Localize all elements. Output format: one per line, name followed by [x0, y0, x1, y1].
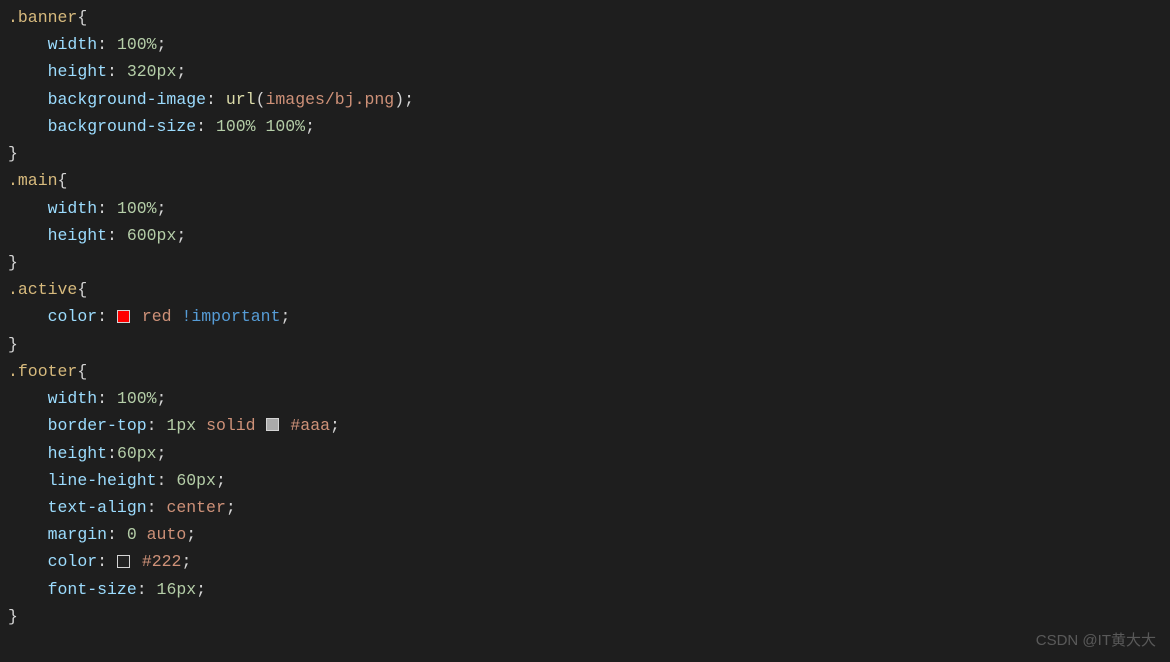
- css-color: #aaa: [290, 416, 330, 435]
- css-value: 16px: [157, 580, 197, 599]
- close-brace: }: [8, 335, 18, 354]
- css-property: background-size: [48, 117, 197, 136]
- css-value: 100%: [117, 35, 157, 54]
- code-line[interactable]: height: 600px;: [0, 222, 1170, 249]
- css-value: 0: [127, 525, 137, 544]
- css-property: border-top: [48, 416, 147, 435]
- code-line[interactable]: .active{: [0, 276, 1170, 303]
- code-line[interactable]: .main{: [0, 167, 1170, 194]
- close-brace: }: [8, 144, 18, 163]
- css-value: 600px: [127, 226, 177, 245]
- color-swatch-icon: [266, 418, 279, 431]
- open-brace: {: [77, 362, 87, 381]
- code-line[interactable]: width: 100%;: [0, 385, 1170, 412]
- css-property: background-image: [48, 90, 206, 109]
- code-line[interactable]: }: [0, 603, 1170, 630]
- css-selector: .active: [8, 280, 77, 299]
- css-color: red: [142, 307, 172, 326]
- css-property: width: [48, 389, 98, 408]
- code-line[interactable]: height:60px;: [0, 440, 1170, 467]
- css-value: 100%: [117, 199, 157, 218]
- code-line[interactable]: border-top: 1px solid #aaa;: [0, 412, 1170, 439]
- color-swatch-icon: [117, 555, 130, 568]
- css-property: text-align: [48, 498, 147, 517]
- close-brace: }: [8, 607, 18, 626]
- code-editor[interactable]: .banner{ width: 100%; height: 320px; bac…: [0, 4, 1170, 630]
- css-color: #222: [142, 552, 182, 571]
- css-value: 1px: [166, 416, 196, 435]
- css-url: images/bj.png: [265, 90, 394, 109]
- css-property: color: [48, 552, 98, 571]
- code-line[interactable]: }: [0, 140, 1170, 167]
- css-value: 60px: [117, 444, 157, 463]
- css-property: height: [48, 444, 107, 463]
- css-property: color: [48, 307, 98, 326]
- css-property: font-size: [48, 580, 137, 599]
- css-value: 100%: [117, 389, 157, 408]
- code-line[interactable]: height: 320px;: [0, 58, 1170, 85]
- close-brace: }: [8, 253, 18, 272]
- css-property: width: [48, 199, 98, 218]
- code-line[interactable]: color: #222;: [0, 548, 1170, 575]
- watermark-text: CSDN @IT黄大大: [1036, 629, 1156, 654]
- code-line[interactable]: .footer{: [0, 358, 1170, 385]
- css-property: height: [48, 62, 107, 81]
- css-property: margin: [48, 525, 107, 544]
- css-selector: .footer: [8, 362, 77, 381]
- open-brace: {: [77, 280, 87, 299]
- css-value: 100%: [216, 117, 256, 136]
- code-line[interactable]: background-image: url(images/bj.png);: [0, 86, 1170, 113]
- css-selector: .main: [8, 171, 58, 190]
- code-line[interactable]: text-align: center;: [0, 494, 1170, 521]
- code-line[interactable]: background-size: 100% 100%;: [0, 113, 1170, 140]
- css-property: height: [48, 226, 107, 245]
- code-line[interactable]: width: 100%;: [0, 31, 1170, 58]
- css-value: center: [166, 498, 225, 517]
- code-line[interactable]: margin: 0 auto;: [0, 521, 1170, 548]
- css-value: 60px: [176, 471, 216, 490]
- css-value: 320px: [127, 62, 177, 81]
- css-value: auto: [147, 525, 187, 544]
- code-line[interactable]: line-height: 60px;: [0, 467, 1170, 494]
- code-line[interactable]: }: [0, 331, 1170, 358]
- css-value: solid: [206, 416, 256, 435]
- code-line[interactable]: font-size: 16px;: [0, 576, 1170, 603]
- code-line[interactable]: .banner{: [0, 4, 1170, 31]
- open-brace: {: [58, 171, 68, 190]
- css-important: !important: [181, 307, 280, 326]
- code-line[interactable]: color: red !important;: [0, 303, 1170, 330]
- code-line[interactable]: }: [0, 249, 1170, 276]
- open-brace: {: [77, 8, 87, 27]
- css-function: url: [226, 90, 256, 109]
- color-swatch-icon: [117, 310, 130, 323]
- css-value: 100%: [265, 117, 305, 136]
- code-line[interactable]: width: 100%;: [0, 195, 1170, 222]
- css-property: width: [48, 35, 98, 54]
- css-selector: .banner: [8, 8, 77, 27]
- css-property: line-height: [48, 471, 157, 490]
